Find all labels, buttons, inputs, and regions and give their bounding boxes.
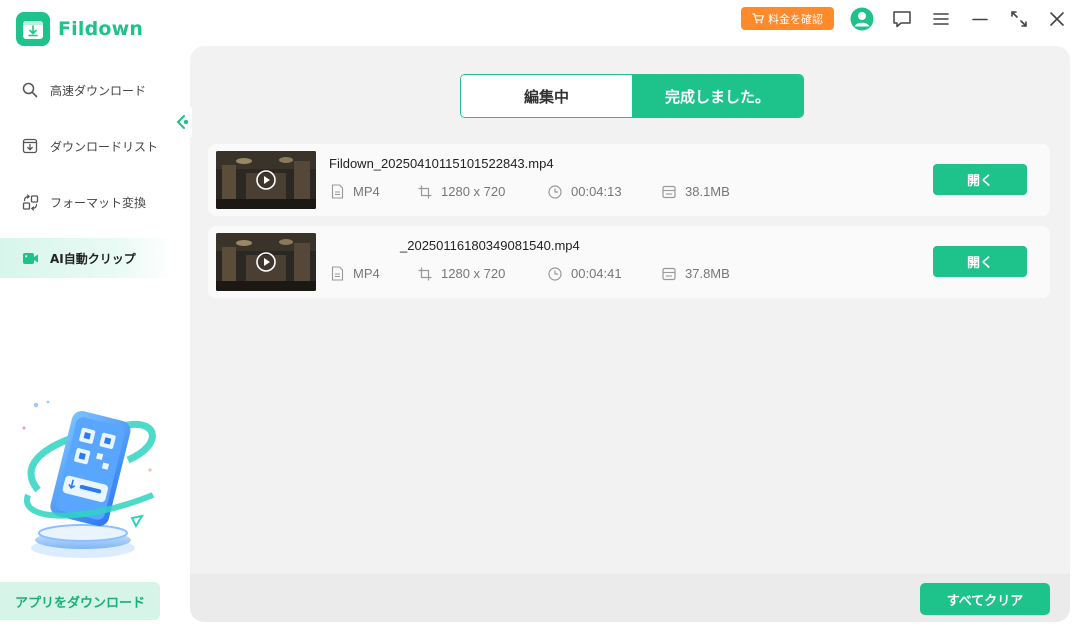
clear-all-button[interactable]: すべてクリア [920, 583, 1050, 615]
check-price-label: 料金を確認 [768, 12, 823, 26]
sidebar-item-fast-download[interactable]: 高速ダウンロード [0, 70, 172, 110]
file-row: Fildown_20250410115101522843.mp4 MP4 128… [208, 144, 1050, 216]
storage-icon [662, 267, 676, 280]
format-value: MP4 [353, 266, 380, 281]
size-value: 37.8MB [685, 266, 730, 281]
sidebar-item-format-convert[interactable]: フォーマット変換 [0, 182, 172, 222]
open-button[interactable]: 開く [933, 246, 1027, 277]
file-name: _20250116180349081540.mp4 [400, 238, 580, 253]
cart-icon [752, 13, 764, 24]
main-panel: 編集中 完成しました。 Fildown_20250410115101522843… [190, 46, 1070, 622]
phone-qr-illustration [22, 400, 156, 558]
video-thumbnail[interactable] [216, 151, 316, 209]
download-list-icon [21, 137, 39, 155]
tab-editing[interactable]: 編集中 [461, 75, 632, 117]
play-icon [256, 252, 276, 272]
format-value: MP4 [353, 184, 380, 199]
sidebar: 高速ダウンロード ダウンロードリスト フォーマット変換 AI自動クリップ アプリ… [0, 60, 190, 630]
sidebar-item-label: ダウンロードリスト [50, 139, 159, 154]
app-download-button[interactable]: アプリをダウンロード [0, 582, 160, 620]
size-value: 38.1MB [685, 184, 730, 199]
sidebar-item-download-list[interactable]: ダウンロードリスト [0, 126, 172, 166]
storage-icon [662, 185, 676, 198]
tab-completed[interactable]: 完成しました。 [632, 75, 803, 117]
duration-value: 00:04:13 [571, 184, 622, 199]
crop-icon [418, 267, 432, 280]
check-price-button[interactable]: 料金を確認 [741, 7, 834, 30]
file-icon [331, 184, 344, 199]
sidebar-item-label: 高速ダウンロード [50, 83, 147, 98]
sidebar-item-label: AI自動クリップ [50, 251, 136, 266]
file-format: MP4 [331, 266, 380, 281]
resolution-value: 1280 x 720 [441, 184, 506, 199]
user-icon[interactable] [850, 7, 874, 31]
app-logo: Fildown [16, 12, 143, 46]
file-format: MP4 [331, 184, 380, 199]
clock-icon [548, 266, 562, 281]
sidebar-collapse-button[interactable] [172, 107, 192, 137]
ai-clip-icon [21, 249, 39, 267]
sidebar-item-ai-clip[interactable]: AI自動クリップ [0, 238, 172, 278]
sidebar-item-label: フォーマット変換 [50, 195, 147, 210]
file-resolution: 1280 x 720 [418, 184, 505, 199]
convert-icon [21, 193, 39, 211]
file-duration: 00:04:13 [548, 184, 622, 199]
status-tabs: 編集中 完成しました。 [460, 74, 804, 118]
close-icon[interactable] [1045, 7, 1069, 31]
menu-icon[interactable] [929, 7, 953, 31]
duration-value: 00:04:41 [571, 266, 622, 281]
play-icon [256, 170, 276, 190]
file-duration: 00:04:41 [548, 266, 622, 281]
minimize-icon[interactable] [968, 7, 992, 31]
clock-icon [548, 184, 562, 199]
open-button[interactable]: 開く [933, 164, 1027, 195]
video-thumbnail[interactable] [216, 233, 316, 291]
file-row: _20250116180349081540.mp4 MP4 1280 x 720… [208, 226, 1050, 298]
search-icon [21, 81, 39, 99]
file-resolution: 1280 x 720 [418, 266, 505, 281]
file-size: 38.1MB [662, 184, 730, 199]
file-size: 37.8MB [662, 266, 730, 281]
resolution-value: 1280 x 720 [441, 266, 506, 281]
chevron-left-icon [176, 115, 189, 129]
footer-bar: すべてクリア [190, 574, 1070, 622]
maximize-icon[interactable] [1007, 7, 1031, 31]
feedback-icon[interactable] [890, 7, 914, 31]
file-name: Fildown_20250410115101522843.mp4 [329, 156, 554, 171]
app-name: Fildown [58, 18, 144, 40]
fildown-logo-icon [16, 12, 50, 46]
crop-icon [418, 185, 432, 198]
file-icon [331, 266, 344, 281]
